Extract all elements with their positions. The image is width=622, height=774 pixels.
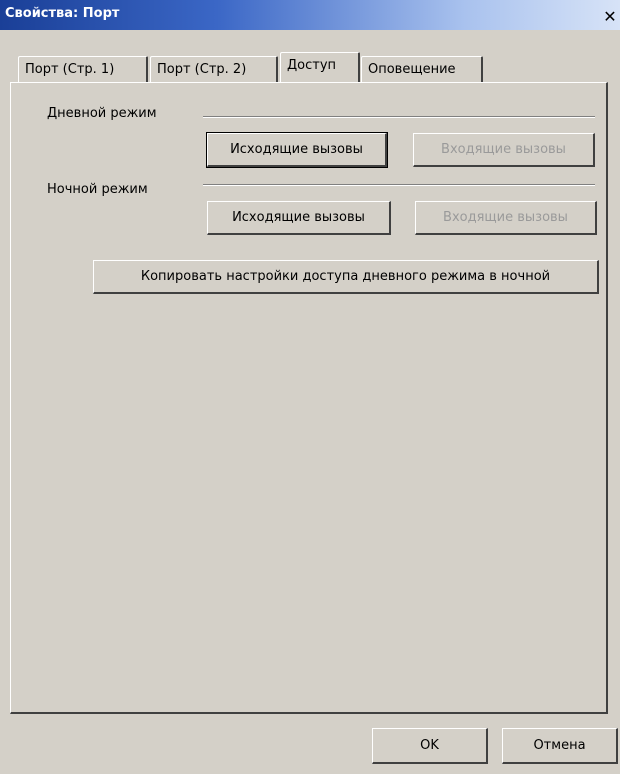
day-mode-separator <box>203 116 595 118</box>
tab-label: Порт (Стр. 1) <box>25 62 115 77</box>
window-title: Свойства: Порт <box>5 6 120 21</box>
title-bar[interactable]: Свойства: Порт ✕ <box>0 0 620 30</box>
night-mode-label: Ночной режим <box>47 182 148 197</box>
close-icon[interactable]: ✕ <box>600 8 620 26</box>
day-incoming-calls-button[interactable]: Входящие вызовы <box>413 133 595 167</box>
day-mode-label: Дневной режим <box>47 106 157 121</box>
tab-access[interactable]: Доступ <box>280 52 360 82</box>
properties-dialog: Свойства: Порт ✕ Порт (Стр. 1) Порт (Стр… <box>0 0 620 774</box>
ok-button[interactable]: OK <box>372 728 488 764</box>
tab-notification[interactable]: Оповещение <box>361 56 483 82</box>
cancel-button[interactable]: Отмена <box>502 728 618 764</box>
tab-label: Порт (Стр. 2) <box>157 62 247 77</box>
tab-label: Оповещение <box>368 62 456 77</box>
night-mode-separator <box>203 184 595 186</box>
day-outgoing-calls-button[interactable]: Исходящие вызовы <box>206 132 388 168</box>
tab-port-page-2[interactable]: Порт (Стр. 2) <box>150 56 278 82</box>
night-incoming-calls-button[interactable]: Входящие вызовы <box>415 201 597 235</box>
tab-port-page-1[interactable]: Порт (Стр. 1) <box>18 56 148 82</box>
night-outgoing-calls-button[interactable]: Исходящие вызовы <box>207 201 391 235</box>
access-tab-panel: Дневной режим Исходящие вызовы Входящие … <box>10 82 608 714</box>
tab-label: Доступ <box>287 58 337 73</box>
copy-day-to-night-button[interactable]: Копировать настройки доступа дневного ре… <box>93 260 599 294</box>
